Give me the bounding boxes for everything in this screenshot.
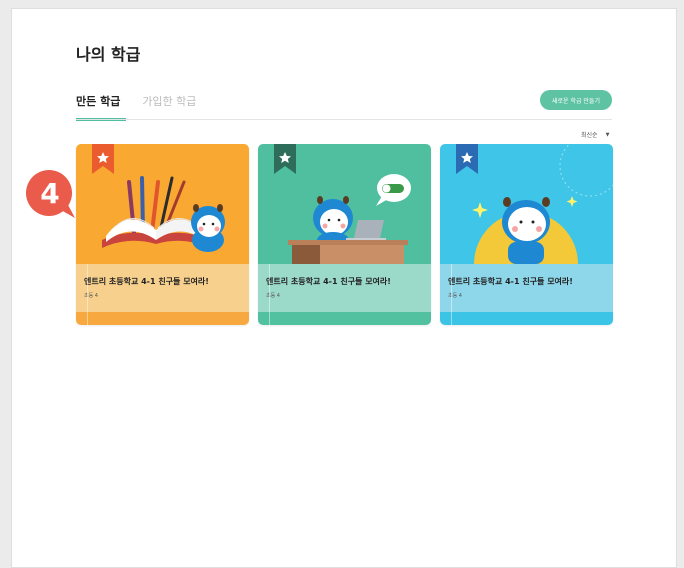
class-title: 엔트리 초등학교 4-1 친구들 모여라! [84,277,209,286]
card-spine-line [451,264,452,325]
class-card[interactable]: 엔트리 초등학교 4-1 친구들 모여라! 초등 4 [440,144,613,325]
class-card-info: 엔트리 초등학교 4-1 친구들 모여라! 초등 4 [76,264,249,312]
step-number-badge: 4 [25,170,75,220]
class-grade: 초등 4 [266,293,280,299]
card-spine-line [87,264,88,325]
class-card[interactable]: 엔트리 초등학교 4-1 친구들 모여라! 초등 4 [76,144,249,325]
card-spine-line [269,264,270,325]
class-card-footer [258,312,431,325]
tab-joined-classes[interactable]: 가입한 학급 [142,93,196,119]
class-tabs: 만든 학급 가입한 학급 [76,93,196,121]
class-card-footer [76,312,249,325]
class-card[interactable]: 엔트리 초등학교 4-1 친구들 모여라! 초등 4 [258,144,431,325]
star-icon[interactable] [274,144,296,174]
chevron-down-icon: ▼ [605,131,610,138]
class-title: 엔트리 초등학교 4-1 친구들 모여라! [266,277,391,286]
sort-dropdown[interactable]: 최신순 ▼ [581,130,610,140]
step-number: 4 [40,176,60,210]
class-grade: 초등 4 [448,293,462,299]
create-class-button[interactable]: 새로운 학급 만들기 [540,90,612,110]
class-card-footer [440,312,613,325]
tabs-divider [76,119,612,120]
class-card-info: 엔트리 초등학교 4-1 친구들 모여라! 초등 4 [440,264,613,312]
tab-created-classes[interactable]: 만든 학급 [76,93,127,121]
sort-label: 최신순 [581,132,598,139]
class-grade: 초등 4 [84,293,98,299]
star-icon[interactable] [456,144,478,174]
class-title: 엔트리 초등학교 4-1 친구들 모여라! [448,277,573,286]
page-title: 나의 학급 [76,45,141,64]
class-card-info: 엔트리 초등학교 4-1 친구들 모여라! 초등 4 [258,264,431,312]
star-icon[interactable] [92,144,114,174]
